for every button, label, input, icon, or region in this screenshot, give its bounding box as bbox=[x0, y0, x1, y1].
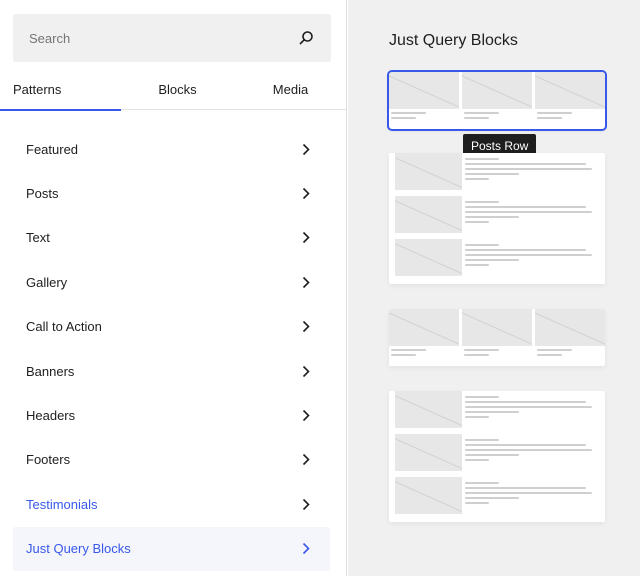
category-label: Posts bbox=[26, 186, 59, 202]
category-label: Just Query Blocks bbox=[26, 541, 131, 557]
tab-patterns[interactable]: Patterns bbox=[0, 68, 121, 111]
chevron-right-icon bbox=[300, 409, 312, 423]
pattern-card-posts-grid[interactable] bbox=[389, 309, 605, 366]
pattern-category-list: Featured Posts Text Gallery Call to Acti… bbox=[13, 127, 330, 571]
category-posts[interactable]: Posts bbox=[13, 171, 330, 215]
tab-blocks[interactable]: Blocks bbox=[121, 68, 234, 110]
chevron-right-icon bbox=[300, 497, 312, 511]
search-icon[interactable] bbox=[297, 29, 315, 47]
category-call-to-action[interactable]: Call to Action bbox=[13, 305, 330, 349]
category-headers[interactable]: Headers bbox=[13, 393, 330, 437]
category-banners[interactable]: Banners bbox=[13, 349, 330, 393]
tab-label: Blocks bbox=[158, 81, 197, 97]
search-box bbox=[13, 14, 331, 62]
pattern-thumbnail bbox=[389, 309, 605, 359]
category-footers[interactable]: Footers bbox=[13, 438, 330, 482]
category-label: Gallery bbox=[26, 274, 68, 290]
category-featured[interactable]: Featured bbox=[13, 127, 330, 171]
chevron-right-icon bbox=[300, 364, 312, 378]
category-label: Call to Action bbox=[26, 319, 102, 335]
pattern-card-posts-list[interactable] bbox=[389, 153, 605, 284]
chevron-right-icon bbox=[300, 542, 312, 556]
inserter-sidebar: Patterns Blocks Media Featured Posts Tex… bbox=[0, 0, 347, 576]
category-testimonials[interactable]: Testimonials bbox=[13, 482, 330, 526]
category-label: Text bbox=[26, 230, 50, 246]
search-input[interactable] bbox=[29, 30, 297, 46]
category-gallery[interactable]: Gallery bbox=[13, 260, 330, 304]
chevron-right-icon bbox=[300, 320, 312, 334]
tab-label: Patterns bbox=[13, 81, 62, 97]
tab-label: Media bbox=[272, 81, 309, 97]
pattern-thumbnail bbox=[389, 153, 605, 276]
category-label: Banners bbox=[26, 363, 75, 379]
pattern-preview-panel: Just Query Blocks Posts Row bbox=[348, 0, 640, 576]
category-label: Headers bbox=[26, 408, 76, 424]
inserter-tabs: Patterns Blocks Media bbox=[0, 68, 347, 111]
pattern-thumbnail bbox=[389, 72, 605, 122]
category-text[interactable]: Text bbox=[13, 216, 330, 260]
category-label: Footers bbox=[26, 452, 71, 468]
pattern-card-posts-list-alt[interactable] bbox=[389, 391, 605, 522]
pattern-card-posts-row[interactable] bbox=[387, 70, 607, 131]
preview-title: Just Query Blocks bbox=[389, 32, 518, 49]
chevron-right-icon bbox=[300, 453, 312, 467]
chevron-right-icon bbox=[300, 187, 312, 201]
chevron-right-icon bbox=[300, 142, 312, 156]
chevron-right-icon bbox=[300, 275, 312, 289]
tab-media[interactable]: Media bbox=[234, 68, 347, 110]
chevron-right-icon bbox=[300, 231, 312, 245]
category-label: Featured bbox=[26, 141, 79, 157]
pattern-thumbnail bbox=[389, 391, 605, 514]
category-just-query-blocks[interactable]: Just Query Blocks bbox=[13, 526, 330, 571]
category-label: Testimonials bbox=[26, 496, 98, 512]
